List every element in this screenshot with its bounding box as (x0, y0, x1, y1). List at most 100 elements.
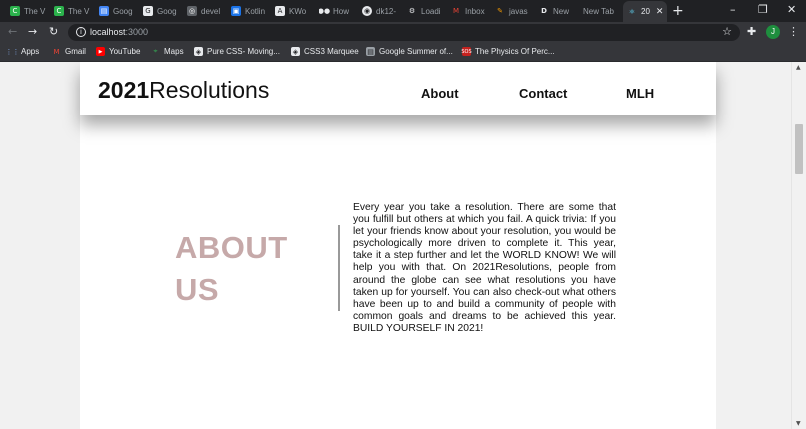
nav-link-about[interactable]: About (421, 86, 459, 101)
bookmark-label: Pure CSS- Moving... (207, 47, 280, 56)
bookmark-physics-perc[interactable]: SOS The Physics Of Perc... (461, 47, 555, 56)
page-scrollbar[interactable]: ▲ ▼ (791, 62, 806, 429)
bookmarks-bar: ⋮⋮ Apps M Gmail ▶ YouTube ⌖ Maps ◈ Pure … (0, 43, 806, 62)
scroll-up-arrow-icon[interactable]: ▲ (796, 64, 801, 71)
sos-icon: SOS (461, 47, 472, 56)
extensions-puzzle-icon[interactable]: ✚ (747, 25, 756, 38)
restore-icon[interactable]: ❐ (758, 3, 768, 16)
browser-tab[interactable]: C The V (10, 2, 46, 20)
tab-label: The V (24, 6, 46, 16)
browser-tab[interactable]: G Goog (143, 2, 179, 20)
bookmark-label: The Physics Of Perc... (475, 47, 555, 56)
info-icon[interactable]: i (76, 27, 86, 37)
url-host: localhost (90, 27, 126, 37)
tab-label: dk12- (376, 6, 397, 16)
tab-label: javas (509, 6, 528, 16)
nav-link-mlh[interactable]: MLH (626, 86, 654, 101)
d-logo-icon: D (539, 6, 549, 16)
gmail-icon: M (451, 6, 461, 16)
about-heading: ABOUT US (175, 227, 315, 311)
browser-tab-active[interactable]: ⚛ 20 ✕ (623, 1, 667, 22)
gear-icon: ⚙ (407, 6, 417, 16)
browser-tab[interactable]: ✎ javas (495, 2, 531, 20)
tab-strip: C The V C The V ▤ Goog G Goog ◎ devel ▣ … (0, 0, 806, 22)
nav-link-contact[interactable]: Contact (519, 86, 567, 101)
browser-toolbar: ← → ↻ i localhost:3000 ☆ ✚ J ⋮ (0, 22, 806, 43)
tab-label: 20 (641, 7, 650, 16)
maps-icon: ⌖ (153, 47, 158, 55)
scroll-thumb[interactable] (795, 124, 803, 174)
tab-label: Goog (157, 6, 177, 16)
tab-label: How (333, 6, 350, 16)
docs-icon: ▤ (366, 47, 375, 56)
browser-tab[interactable]: ▤ Goog (99, 2, 135, 20)
docs-icon: ▤ (99, 6, 109, 16)
reload-icon[interactable]: ↻ (49, 25, 58, 38)
url-text[interactable]: localhost:3000 (90, 27, 148, 37)
bookmark-gmail[interactable]: M Gmail (52, 47, 86, 56)
bookmark-youtube[interactable]: ▶ YouTube (96, 47, 140, 56)
about-heading-line2: US (175, 272, 220, 307)
tab-label: Kotlin (245, 6, 266, 16)
bookmark-label: Maps (164, 47, 184, 56)
bookmark-gsoc[interactable]: ▤ Google Summer of... (366, 47, 453, 56)
tab-label: New Tab (583, 6, 614, 16)
browser-tab[interactable]: ◎ devel (187, 2, 223, 20)
bookmark-label: Apps (21, 47, 40, 56)
site-logo[interactable]: 2021Resolutions (98, 77, 269, 104)
bookmark-star-icon[interactable]: ☆ (722, 25, 732, 38)
bookmark-css3-marquee[interactable]: ◈ CSS3 Marquee (291, 47, 359, 56)
bookmark-label: CSS3 Marquee (304, 47, 359, 56)
react-icon: ⚛ (627, 6, 637, 17)
medium-icon: ●● (319, 6, 331, 16)
vertical-divider (338, 225, 340, 311)
a-logo-icon: A (275, 6, 285, 16)
tab-label: The V (68, 6, 90, 16)
browser-tab[interactable]: ●● How (319, 2, 355, 20)
google-icon: G (143, 6, 153, 16)
bookmark-maps[interactable]: ⌖ Maps (151, 47, 184, 56)
browser-tab[interactable]: M Inbox (451, 2, 487, 20)
logo-bold: 2021 (98, 77, 150, 103)
back-arrow-icon[interactable]: ← (8, 25, 17, 38)
tab-label: Inbox (465, 6, 485, 16)
browser-tab[interactable]: New Tab (583, 2, 619, 20)
site-page: 2021Resolutions About Contact MLH ABOUT … (80, 62, 716, 429)
menu-kebab-icon[interactable]: ⋮ (788, 25, 799, 38)
browser-tab[interactable]: D New (539, 2, 575, 20)
bookmark-label: Gmail (65, 47, 86, 56)
new-tab-button[interactable]: + (672, 3, 684, 19)
book-icon: ▣ (231, 6, 241, 16)
bookmark-pure-css[interactable]: ◈ Pure CSS- Moving... (194, 47, 280, 56)
url-port: :3000 (125, 27, 149, 37)
c-logo-icon: C (54, 6, 64, 16)
codepen-icon: ◈ (291, 47, 300, 56)
youtube-icon: ▶ (96, 47, 105, 56)
bookmark-apps[interactable]: ⋮⋮ Apps (5, 47, 40, 56)
close-window-icon[interactable]: ✕ (787, 3, 796, 16)
bookmark-label: YouTube (109, 47, 141, 56)
scroll-down-arrow-icon[interactable]: ▼ (796, 420, 801, 427)
github-icon: ◉ (362, 6, 372, 16)
gmail-icon: M (53, 47, 60, 56)
browser-tab[interactable]: ⚙ Loadi (407, 2, 443, 20)
tab-label: New (553, 6, 570, 16)
browser-tab[interactable]: A KWo (275, 2, 311, 20)
pencil-icon: ✎ (495, 6, 505, 16)
apps-grid-icon: ⋮⋮ (5, 47, 20, 56)
bookmark-label: Google Summer of... (379, 47, 453, 56)
site-navbar: 2021Resolutions About Contact MLH (80, 62, 716, 115)
codepen-icon: ◈ (194, 47, 203, 56)
minimize-icon[interactable]: – (730, 3, 736, 16)
browser-tab[interactable]: ◉ dk12- (362, 2, 398, 20)
browser-tab[interactable]: C The V (54, 2, 90, 20)
page-viewport: 2021Resolutions About Contact MLH ABOUT … (0, 62, 806, 429)
address-bar[interactable]: i localhost:3000 ☆ (68, 24, 740, 41)
about-heading-line1: ABOUT (175, 230, 288, 265)
logo-light: Resolutions (149, 77, 270, 103)
browser-tab[interactable]: ▣ Kotlin (231, 2, 267, 20)
close-tab-icon[interactable]: ✕ (656, 7, 664, 17)
tab-label: devel (201, 6, 221, 16)
profile-avatar[interactable]: J (766, 25, 780, 39)
forward-arrow-icon[interactable]: → (28, 25, 37, 38)
